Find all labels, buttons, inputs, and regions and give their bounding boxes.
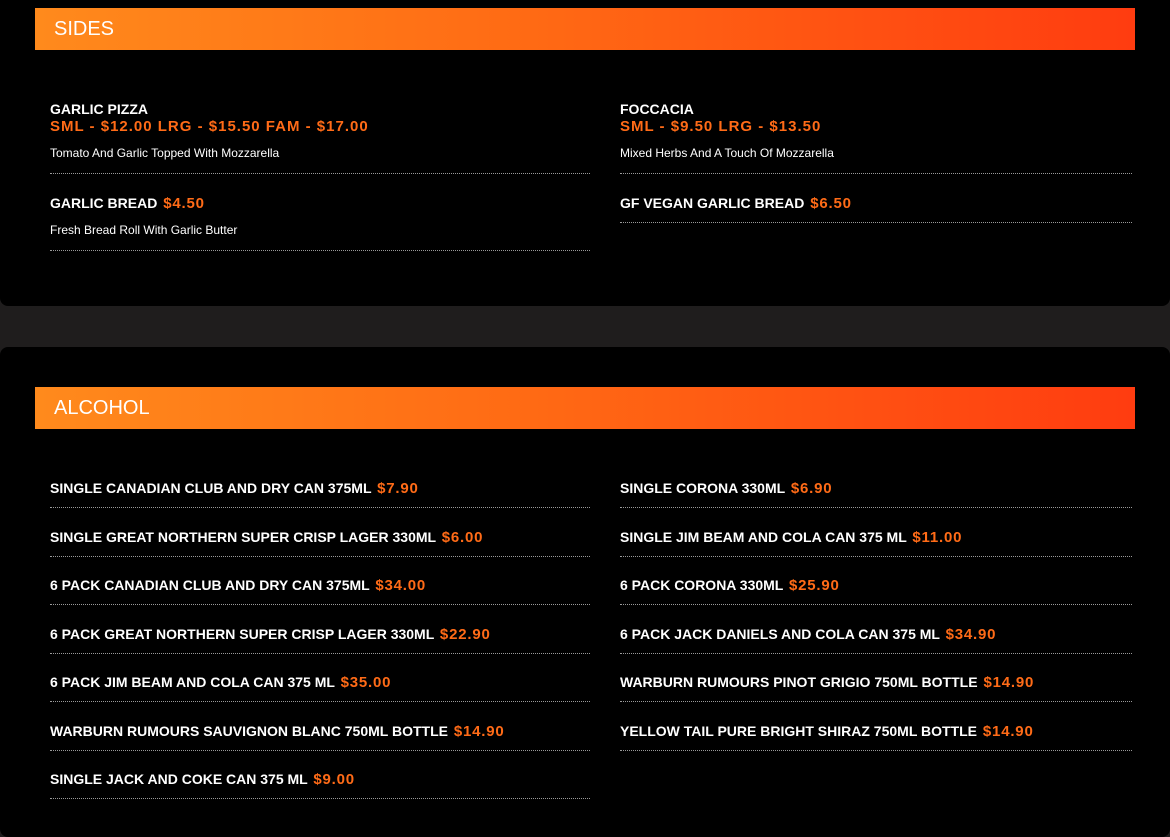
item-name: 6 PACK JACK DANIELS AND COLA CAN 375 ML xyxy=(620,626,940,642)
item-name: GF VEGAN GARLIC BREAD xyxy=(620,195,805,211)
item-name: FOCCACIA xyxy=(620,101,694,117)
item-price: $35.00 xyxy=(340,674,392,691)
item-price: $22.90 xyxy=(439,626,491,643)
menu-item[interactable]: YELLOW TAIL PURE BRIGHT SHIRAZ 750ML BOT… xyxy=(620,722,1132,751)
menu-item[interactable]: 6 PACK GREAT NORTHERN SUPER CRISP LAGER … xyxy=(50,625,590,654)
item-description: Mixed Herbs And A Touch Of Mozzarella xyxy=(620,146,834,160)
item-name: 6 PACK JIM BEAM AND COLA CAN 375 ML xyxy=(50,674,335,690)
item-price: $14.90 xyxy=(983,674,1035,691)
item-prices: SML - $9.50 LRG - $13.50 xyxy=(620,118,822,135)
item-name: WARBURN RUMOURS PINOT GRIGIO 750ML BOTTL… xyxy=(620,674,978,690)
menu-item[interactable]: 6 PACK JACK DANIELS AND COLA CAN 375 ML … xyxy=(620,625,1132,654)
menu-item[interactable]: SINGLE JACK AND COKE CAN 375 ML $9.00 xyxy=(50,770,590,799)
item-name: SINGLE JACK AND COKE CAN 375 ML xyxy=(50,771,308,787)
item-price: $34.90 xyxy=(945,626,997,643)
menu-item[interactable]: 6 PACK CANADIAN CLUB AND DRY CAN 375ML $… xyxy=(50,576,590,605)
item-name: SINGLE CORONA 330ML xyxy=(620,480,785,496)
item-price: $9.00 xyxy=(313,771,355,788)
item-description: Tomato And Garlic Topped With Mozzarella xyxy=(50,146,280,160)
item-price: $14.90 xyxy=(982,723,1034,740)
item-price: $11.00 xyxy=(912,529,963,546)
item-name: GARLIC PIZZA xyxy=(50,101,148,117)
item-name: GARLIC BREAD xyxy=(50,195,158,211)
item-name: 6 PACK GREAT NORTHERN SUPER CRISP LAGER … xyxy=(50,626,435,642)
sides-section: SIDES GARLIC PIZZA SML - $12.00 LRG - $1… xyxy=(0,0,1170,306)
item-description: Fresh Bread Roll With Garlic Butter xyxy=(50,223,238,237)
section-heading-alcohol: ALCOHOL xyxy=(35,387,1135,429)
menu-item[interactable]: SINGLE GREAT NORTHERN SUPER CRISP LAGER … xyxy=(50,528,590,557)
item-name: 6 PACK CORONA 330ML xyxy=(620,577,784,593)
item-price: $7.90 xyxy=(377,480,419,497)
item-price: $6.50 xyxy=(810,195,852,212)
menu-item[interactable]: SINGLE CORONA 330ML $6.90 xyxy=(620,479,1132,508)
menu-item-gf-vegan-garlic-bread[interactable]: GF VEGAN GARLIC BREAD $6.50 xyxy=(620,194,1132,223)
menu-item-foccacia[interactable]: FOCCACIA SML - $9.50 LRG - $13.50 Mixed … xyxy=(620,100,1132,174)
menu-item[interactable]: WARBURN RUMOURS PINOT GRIGIO 750ML BOTTL… xyxy=(620,673,1132,702)
alcohol-section: ALCOHOL SINGLE CANADIAN CLUB AND DRY CAN… xyxy=(0,347,1170,837)
item-price: $6.90 xyxy=(790,480,833,497)
item-name: SINGLE JIM BEAM AND COLA CAN 375 ML xyxy=(620,529,907,545)
item-price: $6.00 xyxy=(441,529,484,546)
item-price: $34.00 xyxy=(375,577,427,594)
menu-item[interactable]: WARBURN RUMOURS SAUVIGNON BLANC 750ML BO… xyxy=(50,722,590,751)
menu-item-garlic-pizza[interactable]: GARLIC PIZZA SML - $12.00 LRG - $15.50 F… xyxy=(50,100,590,174)
section-heading-sides: SIDES xyxy=(35,8,1135,50)
menu-item[interactable]: 6 PACK JIM BEAM AND COLA CAN 375 ML $35.… xyxy=(50,673,590,702)
menu-item[interactable]: 6 PACK CORONA 330ML $25.90 xyxy=(620,576,1132,605)
item-prices: SML - $12.00 LRG - $15.50 FAM - $17.00 xyxy=(50,118,369,135)
item-name: 6 PACK CANADIAN CLUB AND DRY CAN 375ML xyxy=(50,577,370,593)
item-price: $14.90 xyxy=(453,723,505,740)
item-name: SINGLE GREAT NORTHERN SUPER CRISP LAGER … xyxy=(50,529,436,545)
item-price: $25.90 xyxy=(789,577,840,594)
item-name: WARBURN RUMOURS SAUVIGNON BLANC 750ML BO… xyxy=(50,723,448,739)
menu-item[interactable]: SINGLE CANADIAN CLUB AND DRY CAN 375ML $… xyxy=(50,479,590,508)
item-price: $4.50 xyxy=(163,195,205,212)
item-name: SINGLE CANADIAN CLUB AND DRY CAN 375ML xyxy=(50,480,372,496)
menu-item[interactable]: SINGLE JIM BEAM AND COLA CAN 375 ML $11.… xyxy=(620,528,1132,557)
item-name: YELLOW TAIL PURE BRIGHT SHIRAZ 750ML BOT… xyxy=(620,723,978,739)
menu-item-garlic-bread[interactable]: GARLIC BREAD $4.50 Fresh Bread Roll With… xyxy=(50,194,590,251)
